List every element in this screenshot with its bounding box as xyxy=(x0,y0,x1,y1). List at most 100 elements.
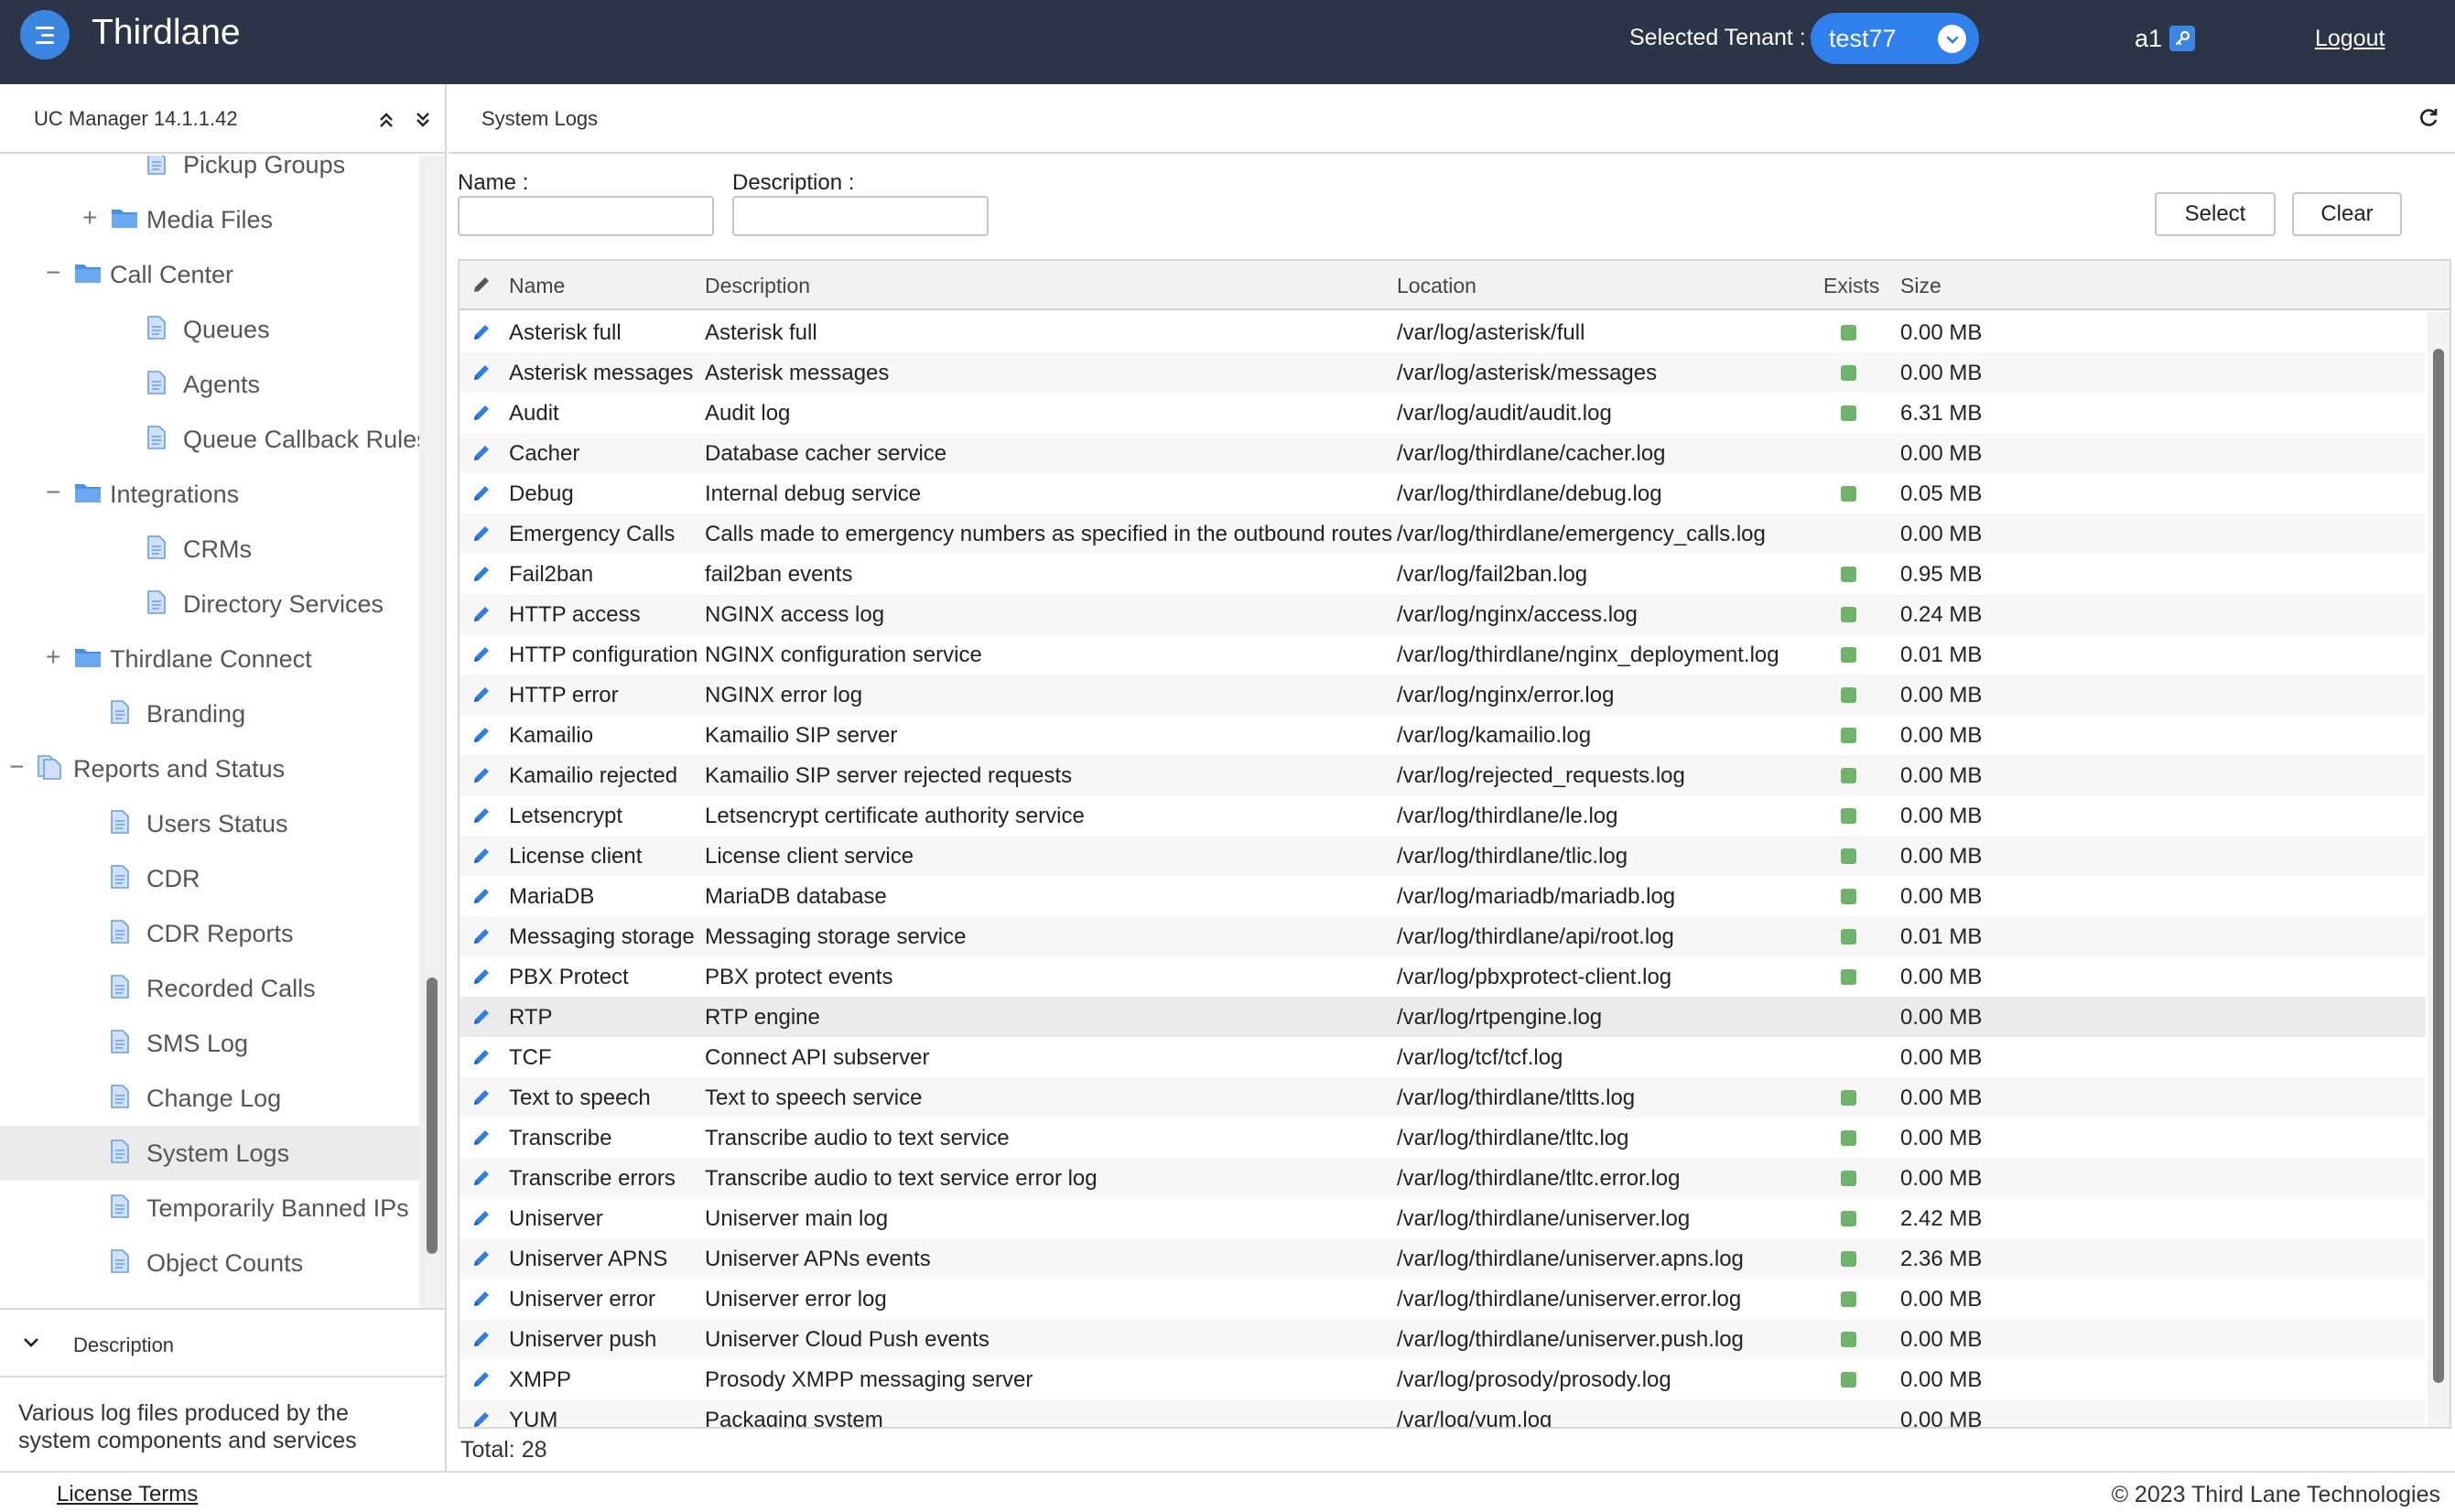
sidebar-item-reports-and-status[interactable]: − Reports and Status xyxy=(0,741,419,796)
edit-icon[interactable] xyxy=(470,1127,492,1149)
edit-icon[interactable] xyxy=(470,764,492,786)
sidebar-item-users-status[interactable]: Users Status xyxy=(0,796,419,851)
license-terms-link[interactable]: License Terms xyxy=(57,1482,198,1507)
menu-icon[interactable] xyxy=(20,10,70,59)
table-row[interactable]: XMPP Prosody XMPP messaging server/var/lo… xyxy=(460,1359,2426,1399)
edit-icon[interactable] xyxy=(470,1247,492,1269)
edit-icon[interactable] xyxy=(470,845,492,867)
table-row[interactable]: PBX Protect PBX protect events/var/log/pb… xyxy=(460,956,2426,997)
edit-icon[interactable] xyxy=(470,402,492,424)
table-row[interactable]: Emergency Calls Calls made to emergency n… xyxy=(460,513,2426,554)
edit-icon[interactable] xyxy=(470,1368,492,1390)
table-row[interactable]: HTTP access NGINX access log/var/log/ngin… xyxy=(460,594,2426,634)
sidebar-item-branding[interactable]: Branding xyxy=(0,686,419,741)
collapse-icon[interactable]: − xyxy=(9,754,24,780)
table-row[interactable]: YUM Packaging system/var/log/yum.log 0.00 … xyxy=(460,1399,2426,1427)
table-row[interactable]: RTP RTP engine/var/log/rtpengine.log 0.00 … xyxy=(460,997,2426,1037)
sidebar-item-object-counts[interactable]: Object Counts xyxy=(0,1236,419,1291)
collapse-all-icon[interactable] xyxy=(375,109,397,131)
edit-icon[interactable] xyxy=(470,482,492,504)
logout-link[interactable]: Logout xyxy=(2315,26,2385,52)
edit-icon[interactable] xyxy=(470,1207,492,1229)
edit-icon[interactable] xyxy=(470,1006,492,1028)
expand-all-icon[interactable] xyxy=(412,109,434,131)
table-row[interactable]: Kamailio rejected Kamailio SIP server rej… xyxy=(460,755,2426,795)
edit-icon[interactable] xyxy=(470,684,492,706)
sidebar-item-system-logs[interactable]: System Logs xyxy=(0,1126,419,1181)
edit-icon[interactable] xyxy=(470,643,492,665)
table-row[interactable]: Letsencrypt Letsencrypt certificate autho… xyxy=(460,795,2426,836)
edit-icon[interactable] xyxy=(470,442,492,464)
sidebar-item-sms-log[interactable]: SMS Log xyxy=(0,1016,419,1071)
sidebar-item-integrations[interactable]: − Integrations xyxy=(0,467,419,522)
sidebar-item-directory-services[interactable]: Directory Services xyxy=(0,577,419,632)
column-header-location[interactable]: Location xyxy=(1397,274,1476,298)
table-row[interactable]: License client License client service/var… xyxy=(460,836,2426,876)
tenant-select[interactable]: test77 xyxy=(1811,13,1979,64)
edit-icon[interactable] xyxy=(470,925,492,947)
table-row[interactable]: HTTP configuration NGINX configuration se… xyxy=(460,634,2426,675)
table-row[interactable]: HTTP error NGINX error log/var/log/nginx/… xyxy=(460,675,2426,715)
edit-icon[interactable] xyxy=(470,1328,492,1350)
sidebar-item-thirdlane-connect[interactable]: + Thirdlane Connect xyxy=(0,632,419,686)
table-row[interactable]: MariaDB MariaDB database/var/log/mariadb/… xyxy=(460,876,2426,916)
table-row[interactable]: Text to speech Text to speech service/var… xyxy=(460,1077,2426,1118)
sidebar-item-recorded-calls[interactable]: Recorded Calls xyxy=(0,961,419,1016)
sidebar-item-cdr[interactable]: CDR xyxy=(0,851,419,906)
collapse-icon[interactable]: − xyxy=(46,260,60,286)
edit-icon[interactable] xyxy=(470,805,492,826)
chevron-down-icon[interactable] xyxy=(20,1332,42,1358)
sidebar-item-temporarily-banned-ips[interactable]: Temporarily Banned IPs xyxy=(0,1181,419,1236)
table-row[interactable]: Fail2ban fail2ban events/var/log/fail2ban… xyxy=(460,554,2426,594)
column-header-exists[interactable]: Exists xyxy=(1823,274,1879,298)
edit-icon[interactable] xyxy=(470,1288,492,1310)
edit-icon[interactable] xyxy=(470,321,492,343)
edit-icon[interactable] xyxy=(470,724,492,746)
refresh-icon[interactable] xyxy=(2417,106,2440,130)
table-row[interactable]: Kamailio Kamailio SIP server/var/log/kama… xyxy=(460,715,2426,755)
table-row[interactable]: Audit Audit log/var/log/audit/audit.log 6.… xyxy=(460,393,2426,433)
expand-icon[interactable]: + xyxy=(82,205,97,231)
edit-icon[interactable] xyxy=(470,885,492,907)
edit-icon[interactable] xyxy=(470,1167,492,1189)
select-button[interactable]: Select xyxy=(2155,192,2276,236)
table-scrollbar[interactable] xyxy=(2428,312,2450,1427)
table-row[interactable]: Transcribe errors Transcribe audio to tex… xyxy=(460,1158,2426,1198)
table-scrollbar-thumb[interactable] xyxy=(2433,349,2444,1383)
table-row[interactable]: Uniserver Uniserver main log/var/log/thir… xyxy=(460,1198,2426,1238)
edit-icon[interactable] xyxy=(470,1086,492,1108)
table-row[interactable]: TCF Connect API subserver/var/log/tcf/tcf… xyxy=(460,1037,2426,1077)
sidebar-item-cdr-reports[interactable]: CDR Reports xyxy=(0,906,419,961)
column-header-name[interactable]: Name xyxy=(509,274,565,298)
table-row[interactable]: Asterisk full Asterisk full/var/log/aster… xyxy=(460,312,2426,352)
edit-icon[interactable] xyxy=(470,603,492,625)
description-filter-input[interactable] xyxy=(732,196,989,236)
description-header[interactable]: Description xyxy=(0,1310,445,1377)
sidebar-item-queue-callback-rules[interactable]: Queue Callback Rules xyxy=(0,412,429,467)
table-row[interactable]: Transcribe Transcribe audio to text servi… xyxy=(460,1118,2426,1158)
sidebar-item-crms[interactable]: CRMs xyxy=(0,522,419,577)
edit-icon[interactable] xyxy=(470,1046,492,1068)
table-row[interactable]: Messaging storage Messaging storage servi… xyxy=(460,916,2426,956)
column-header-size[interactable]: Size xyxy=(1900,274,1941,298)
sidebar-item-change-log[interactable]: Change Log xyxy=(0,1071,419,1126)
tree-scrollbar[interactable] xyxy=(419,156,445,1392)
column-header-description[interactable]: Description xyxy=(705,274,810,298)
edit-icon[interactable] xyxy=(470,966,492,988)
sidebar-item-agents[interactable]: Agents xyxy=(0,357,419,412)
table-row[interactable]: Uniserver APNS Uniserver APNs events/var/… xyxy=(460,1238,2426,1279)
tree-scrollbar-thumb[interactable] xyxy=(427,977,438,1254)
sidebar-item-queues[interactable]: Queues xyxy=(0,302,419,357)
sidebar-item-media-files[interactable]: + Media Files xyxy=(0,192,419,247)
table-row[interactable]: Asterisk messages Asterisk messages/var/l… xyxy=(460,352,2426,393)
sidebar-item-pickup-groups[interactable]: Pickup Groups xyxy=(0,156,419,192)
table-row[interactable]: Uniserver error Uniserver error log/var/l… xyxy=(460,1279,2426,1319)
edit-icon[interactable] xyxy=(470,563,492,585)
edit-icon[interactable] xyxy=(470,362,492,383)
name-filter-input[interactable] xyxy=(458,196,714,236)
clear-button[interactable]: Clear xyxy=(2292,192,2402,236)
edit-icon[interactable] xyxy=(470,523,492,545)
key-icon[interactable] xyxy=(2169,26,2195,51)
collapse-icon[interactable]: − xyxy=(46,480,60,505)
expand-icon[interactable]: + xyxy=(46,644,60,670)
